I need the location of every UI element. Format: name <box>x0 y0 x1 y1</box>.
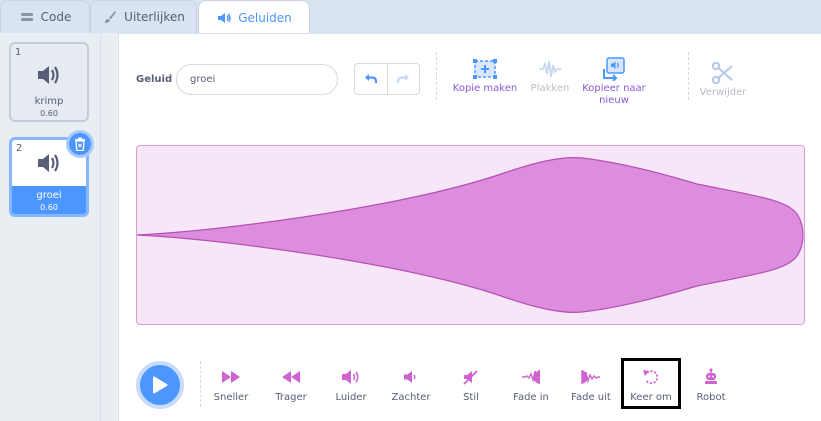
tab-code-label: Code <box>40 10 72 24</box>
mute-icon <box>463 370 478 385</box>
waveform <box>137 157 804 313</box>
tab-bar: Code Uiterlijken Geluiden <box>0 0 821 34</box>
effect-louder-button[interactable]: Luider <box>321 366 381 403</box>
waveform-display[interactable] <box>136 145 805 325</box>
effect-label: Robot <box>696 392 726 403</box>
softer-icon <box>404 371 416 383</box>
paintbrush-icon <box>105 11 117 23</box>
fade-in-icon <box>522 369 540 384</box>
effect-label: Luider <box>335 392 367 403</box>
speaker-icon <box>38 154 59 172</box>
effect-mute-button[interactable]: Stil <box>441 366 501 403</box>
undo-redo-group <box>354 63 420 95</box>
copy-to-new-label: Kopieer naar nieuw <box>582 83 646 106</box>
undo-icon <box>364 74 377 83</box>
paste-label: Plakken <box>530 83 570 94</box>
sound-number: 2 <box>16 143 23 154</box>
copy-label: Kopie maken <box>452 83 518 94</box>
effect-label: Fade in <box>513 392 549 403</box>
paste-button[interactable]: Plakken <box>524 55 576 95</box>
robot-icon <box>705 368 717 384</box>
copy-to-new-button[interactable]: Kopieer naar nieuw <box>575 55 653 107</box>
redo-icon <box>397 74 410 83</box>
sound-thumbnail <box>11 54 87 96</box>
sound-tile-groei[interactable]: 2 groei 0.60 <box>9 130 94 217</box>
effect-label: Stil <box>463 392 479 403</box>
effect-label: Zachter <box>391 392 431 403</box>
louder-icon <box>342 370 359 384</box>
redo-button[interactable] <box>386 64 420 94</box>
delete-sound-button[interactable] <box>66 130 94 158</box>
play-icon <box>153 376 168 394</box>
code-icon <box>20 13 33 21</box>
sound-name: krimp <box>34 96 64 107</box>
tab-code[interactable]: Code <box>0 0 90 33</box>
sound-editor: Geluid Kopie maken Plakken <box>118 33 821 421</box>
toolbar-divider <box>688 52 689 100</box>
effect-robot-button[interactable]: Robot <box>681 366 741 403</box>
effect-slower-button[interactable]: Trager <box>261 366 321 403</box>
effect-label: Sneller <box>213 392 249 403</box>
effect-fade-out-button[interactable]: Fade uit <box>561 366 621 403</box>
editor-toolbar: Geluid Kopie maken Plakken <box>119 34 821 134</box>
fast-forward-icon <box>222 371 240 383</box>
scissors-icon <box>711 61 733 85</box>
effect-label: Trager <box>275 392 307 403</box>
effect-softer-button[interactable]: Zachter <box>381 366 441 403</box>
sound-list: 1 krimp 0.60 2 groei 0.60 <box>0 33 101 421</box>
play-button[interactable] <box>136 361 184 409</box>
paste-icon <box>539 60 561 78</box>
delete-label: Verwijder <box>699 87 747 98</box>
toolbar-divider <box>436 52 437 100</box>
sound-duration: 0.60 <box>40 203 58 212</box>
sound-name-input[interactable] <box>176 64 338 95</box>
undo-button[interactable] <box>355 64 387 94</box>
trash-icon <box>75 137 85 151</box>
fade-out-icon <box>581 369 600 384</box>
highlight-box <box>621 358 681 409</box>
copy-icon <box>473 59 497 79</box>
tab-costumes-label: Uiterlijken <box>124 10 185 24</box>
copy-button[interactable]: Kopie maken <box>452 55 518 95</box>
sound-duration: 0.60 <box>40 109 58 118</box>
delete-button[interactable]: Verwijder <box>695 59 751 99</box>
effect-label: Fade uit <box>571 392 611 403</box>
copy-to-new-icon <box>603 57 625 81</box>
tab-sounds-label: Geluiden <box>238 10 292 25</box>
sound-name: groei <box>36 190 62 201</box>
effect-fade-in-button[interactable]: Fade in <box>501 366 561 403</box>
speaker-icon <box>38 66 59 84</box>
sound-name-label: Geluid <box>136 74 173 85</box>
speaker-icon <box>218 12 231 23</box>
rewind-icon <box>282 371 300 383</box>
tab-sounds[interactable]: Geluiden <box>198 0 310 34</box>
sound-tile-krimp[interactable]: 1 krimp 0.60 <box>9 42 89 122</box>
tab-costumes[interactable]: Uiterlijken <box>90 0 197 33</box>
effect-faster-button[interactable]: Sneller <box>201 366 261 403</box>
